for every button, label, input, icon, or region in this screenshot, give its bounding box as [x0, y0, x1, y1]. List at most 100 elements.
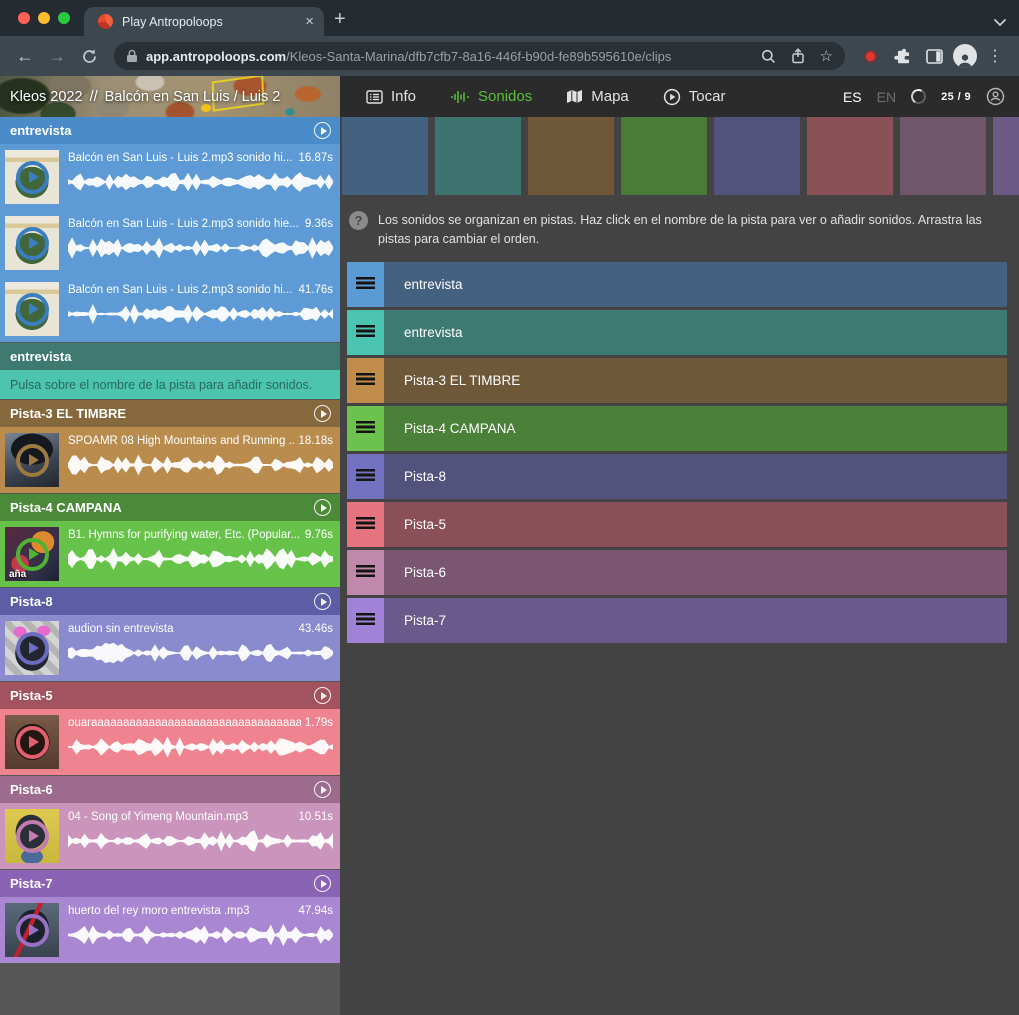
track-row[interactable]: Pista-4 CAMPANA: [347, 406, 1007, 451]
sidebar-track-header[interactable]: entrevista: [0, 117, 340, 144]
url-text[interactable]: app.antropoloops.com/Kleos-Santa-Marina/…: [146, 49, 671, 64]
clip-waveform[interactable]: [68, 452, 333, 478]
track-row[interactable]: entrevista: [347, 310, 1007, 355]
extensions-puzzle-icon[interactable]: [889, 48, 915, 65]
track-row-label[interactable]: Pista-8: [404, 469, 446, 484]
minimize-window-button[interactable]: [38, 12, 50, 24]
clip-thumbnail-balcony-plants[interactable]: [5, 282, 59, 336]
track-play-icon[interactable]: [314, 593, 331, 610]
zoom-window-button[interactable]: [58, 12, 70, 24]
track-row[interactable]: Pista-6: [347, 550, 1007, 595]
track-drag-handle[interactable]: [347, 262, 384, 307]
track-play-icon[interactable]: [314, 499, 331, 516]
track-play-icon[interactable]: [314, 875, 331, 892]
clip-thumbnail-anime-dark[interactable]: [5, 433, 59, 487]
sidebar-track-name[interactable]: Pista-7: [10, 876, 314, 891]
track-row[interactable]: Pista-3 EL TIMBRE: [347, 358, 1007, 403]
sidebar-track-header[interactable]: Pista-6: [0, 776, 340, 803]
loop-swatch[interactable]: [993, 117, 1019, 195]
address-bar[interactable]: app.antropoloops.com/Kleos-Santa-Marina/…: [114, 42, 845, 70]
track-row-label[interactable]: Pista-3 EL TIMBRE: [404, 373, 520, 388]
loop-swatch[interactable]: [900, 117, 986, 195]
zoom-page-icon[interactable]: [761, 49, 776, 64]
clip-play-overlay-icon[interactable]: [5, 809, 59, 863]
track-row-label[interactable]: Pista-6: [404, 565, 446, 580]
sidebar-clip[interactable]: SPOAMR 08 High Mountains and Running ...…: [0, 427, 340, 493]
clip-thumbnail-colorful-scene[interactable]: aña: [5, 527, 59, 581]
track-drag-handle[interactable]: [347, 310, 384, 355]
track-drag-handle[interactable]: [347, 550, 384, 595]
account-icon[interactable]: [986, 87, 1005, 106]
clip-play-overlay-icon[interactable]: [5, 216, 59, 270]
track-play-icon[interactable]: [314, 687, 331, 704]
sidebar-clip[interactable]: Balcón en San Luis - Luis 2.mp3 sonido h…: [0, 144, 340, 210]
sidebar-track-name[interactable]: Pista-6: [10, 782, 314, 797]
tab-close-icon[interactable]: ×: [305, 14, 314, 29]
track-row-label[interactable]: Pista-7: [404, 613, 446, 628]
nav-mapa[interactable]: Mapa: [566, 88, 629, 105]
new-tab-button[interactable]: +: [334, 8, 346, 31]
sidebar-clip[interactable]: Balcón en San Luis - Luis 2.mp3 sonido h…: [0, 276, 340, 342]
share-icon[interactable]: [791, 48, 805, 64]
reload-button[interactable]: [76, 48, 102, 65]
loop-swatch[interactable]: [435, 117, 521, 195]
sidebar-track-header[interactable]: Pista-4 CAMPANA: [0, 494, 340, 521]
track-row[interactable]: Pista-5: [347, 502, 1007, 547]
sidebar-clip[interactable]: ouaraaaaaaaaaaaaaaaaaaaaaaaaaaaaaaaaaaa.…: [0, 709, 340, 775]
clip-play-overlay-icon[interactable]: [5, 903, 59, 957]
sidebar-track-header[interactable]: Pista-8: [0, 588, 340, 615]
nav-info[interactable]: Info: [366, 88, 416, 105]
sidebar-track-name[interactable]: Pista-5: [10, 688, 314, 703]
clip-play-overlay-icon[interactable]: [5, 433, 59, 487]
sidebar-clip[interactable]: huerto del rey moro entrevista .mp347.94…: [0, 897, 340, 963]
project-name[interactable]: Kleos 2022: [10, 89, 83, 105]
sidebar-track-name[interactable]: Pista-8: [10, 594, 314, 609]
back-button[interactable]: ←: [12, 46, 38, 67]
clip-play-overlay-icon[interactable]: [5, 282, 59, 336]
track-row[interactable]: entrevista: [347, 262, 1007, 307]
forward-button[interactable]: →: [44, 46, 70, 67]
clip-waveform[interactable]: [68, 922, 333, 948]
track-drag-handle[interactable]: [347, 358, 384, 403]
side-panel-icon[interactable]: [921, 49, 947, 64]
sidebar-track-name[interactable]: entrevista: [10, 349, 331, 364]
track-play-icon[interactable]: [314, 781, 331, 798]
clip-waveform[interactable]: [68, 169, 333, 195]
track-drag-handle[interactable]: [347, 598, 384, 643]
track-row-label[interactable]: entrevista: [404, 277, 463, 292]
track-row-body[interactable]: entrevista: [384, 262, 1007, 307]
track-play-icon[interactable]: [314, 122, 331, 139]
sidebar-track-header[interactable]: entrevista: [0, 343, 340, 370]
loop-swatch[interactable]: [714, 117, 800, 195]
loop-swatch[interactable]: [807, 117, 893, 195]
loop-swatch[interactable]: [528, 117, 614, 195]
clip-waveform[interactable]: [68, 640, 333, 666]
bookmark-star-icon[interactable]: ☆: [820, 47, 833, 65]
sidebar-track-header[interactable]: Pista-7: [0, 870, 340, 897]
clip-thumbnail-balcony-plants[interactable]: [5, 216, 59, 270]
sidebar-track-header[interactable]: Pista-3 EL TIMBRE: [0, 400, 340, 427]
sidebar-clip[interactable]: 04 - Song of Yimeng Mountain.mp310.51s: [0, 803, 340, 869]
clip-waveform[interactable]: [68, 235, 333, 261]
track-row-label[interactable]: Pista-5: [404, 517, 446, 532]
track-row-body[interactable]: Pista-3 EL TIMBRE: [384, 358, 1007, 403]
track-row-body[interactable]: Pista-6: [384, 550, 1007, 595]
track-row[interactable]: Pista-7: [347, 598, 1007, 643]
clip-thumbnail-warrior-dark[interactable]: [5, 903, 59, 957]
nav-sonidos[interactable]: Sonidos: [450, 88, 532, 105]
clip-thumbnail-balcony-plants[interactable]: [5, 150, 59, 204]
clip-waveform[interactable]: [68, 301, 333, 327]
track-drag-handle[interactable]: [347, 454, 384, 499]
sidebar-clip[interactable]: Balcón en San Luis - Luis 2.mp3 sonido h…: [0, 210, 340, 276]
tab-search-chevron-icon[interactable]: [993, 18, 1007, 27]
track-drag-handle[interactable]: [347, 502, 384, 547]
sidebar-track-name[interactable]: Pista-3 EL TIMBRE: [10, 406, 314, 421]
browser-tab[interactable]: Play Antropoloops ×: [84, 7, 324, 36]
clip-thumbnail-robot-pink-horns[interactable]: [5, 621, 59, 675]
track-row-body[interactable]: Pista-4 CAMPANA: [384, 406, 1007, 451]
track-row-label[interactable]: entrevista: [404, 325, 463, 340]
clip-waveform[interactable]: [68, 734, 333, 760]
lang-en-button[interactable]: EN: [877, 89, 896, 105]
track-row-body[interactable]: entrevista: [384, 310, 1007, 355]
track-row-body[interactable]: Pista-7: [384, 598, 1007, 643]
